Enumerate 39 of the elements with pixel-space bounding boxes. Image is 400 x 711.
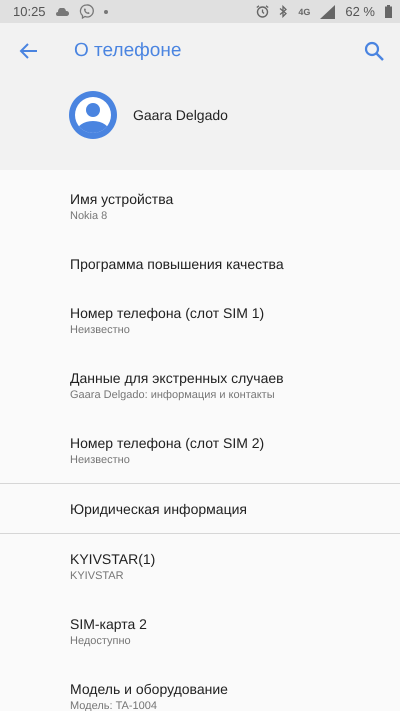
item-subtitle: KYIVSTAR xyxy=(70,570,125,582)
item-title: Номер телефона (слот SIM 1) xyxy=(70,305,266,321)
settings-item[interactable]: Модель и оборудование Модель: TA-1004 xyxy=(0,664,400,711)
profile-name: Gaara Delgado xyxy=(133,107,228,123)
network-type: 4G xyxy=(298,6,310,16)
search-button[interactable] xyxy=(362,39,386,63)
cloud-icon xyxy=(56,8,69,16)
item-subtitle: Модель: TA-1004 xyxy=(70,700,158,711)
battery-percent: 62 % xyxy=(345,4,375,19)
item-title: Номер телефона (слот SIM 2) xyxy=(70,435,266,451)
item-title: Программа повышения качества xyxy=(70,256,285,272)
alarm-icon xyxy=(256,5,270,18)
signal-icon xyxy=(320,4,336,18)
settings-item[interactable]: Номер телефона (слот SIM 1) Неизвестно xyxy=(0,288,400,353)
item-title: Юридическая информация xyxy=(70,500,248,516)
settings-item[interactable]: Юридическая информация xyxy=(0,484,400,533)
avatar-icon xyxy=(69,91,117,139)
item-title: Модель и оборудование xyxy=(70,681,229,697)
item-title: Имя устройства xyxy=(70,191,174,207)
settings-item[interactable]: SIM-карта 2 Недоступно xyxy=(0,599,400,664)
bluetooth-icon xyxy=(279,5,288,18)
battery-icon xyxy=(385,5,392,18)
settings-item[interactable]: Имя устройства Nokia 8 xyxy=(0,174,400,239)
settings-item[interactable]: KYIVSTAR(1) KYIVSTAR xyxy=(0,534,400,599)
item-title: Данные для экстренных случаев xyxy=(70,370,285,386)
item-subtitle: Неизвестно xyxy=(70,324,131,336)
item-subtitle: Недоступно xyxy=(70,635,132,647)
item-subtitle: Неизвестно xyxy=(70,454,131,466)
settings-item[interactable]: Данные для экстренных случаев Gaara Delgado: информация и контакты xyxy=(0,353,400,418)
item-subtitle: Gaara Delgado: информация и контакты xyxy=(70,389,276,401)
settings-item[interactable]: Программа повышения качества xyxy=(0,239,400,288)
phone-bubble-icon xyxy=(78,4,94,19)
status-time: 10:25 xyxy=(13,4,46,19)
item-title: SIM-карта 2 xyxy=(70,616,148,632)
settings-item[interactable]: Номер телефона (слот SIM 2) Неизвестно xyxy=(0,418,400,483)
screen-title: О телефоне xyxy=(74,40,182,62)
item-title: KYIVSTAR(1) xyxy=(70,551,156,567)
item-subtitle: Nokia 8 xyxy=(70,210,108,222)
dot-icon xyxy=(104,10,108,14)
